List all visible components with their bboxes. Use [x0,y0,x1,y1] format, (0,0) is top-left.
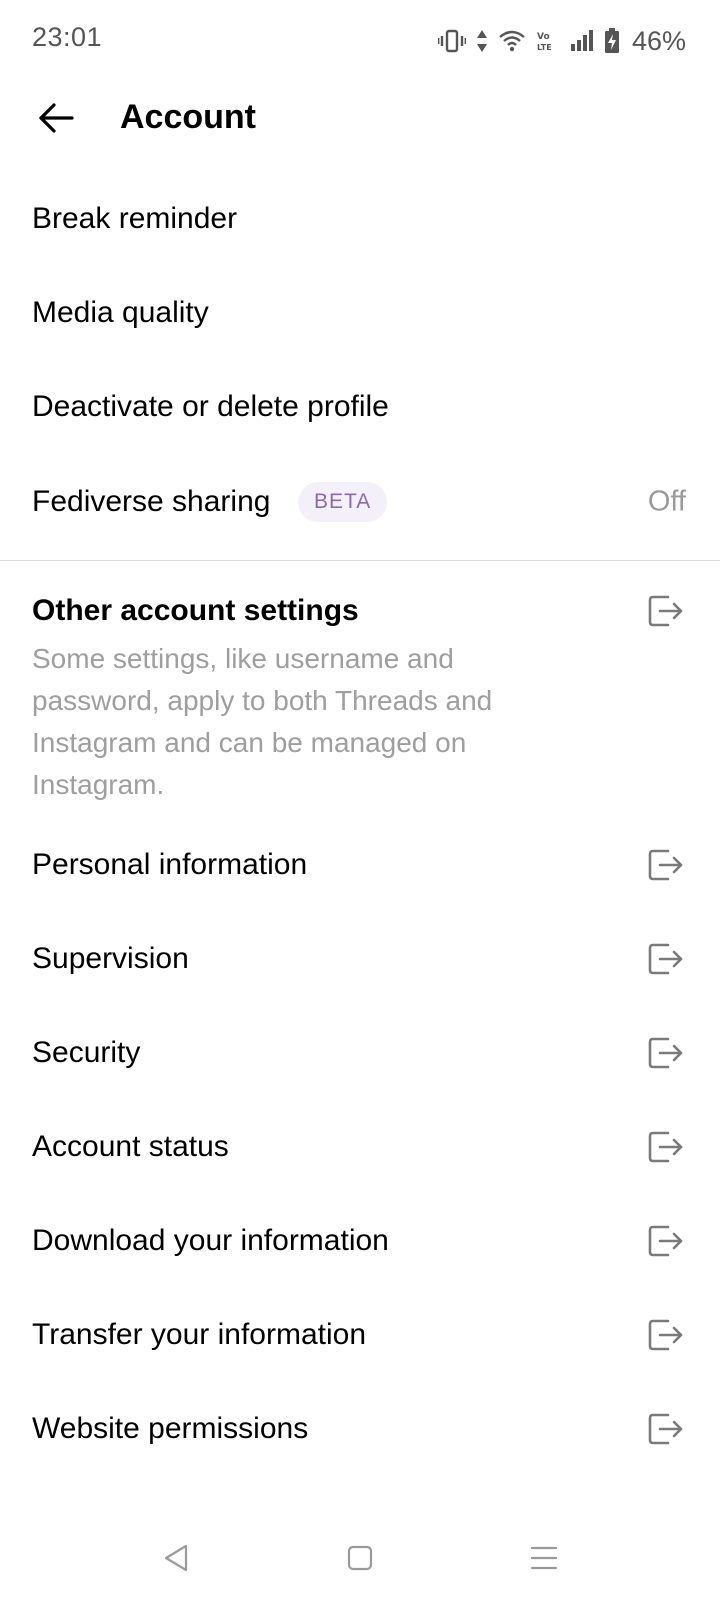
back-button[interactable] [30,94,82,146]
external-link-icon [648,1318,684,1352]
status-time: 23:01 [32,22,103,52]
arrow-left-icon [38,102,74,138]
nav-home-icon [347,1545,373,1576]
fediverse-sharing-row[interactable]: Fediverse sharing BETA Off [0,455,720,549]
supervision-row[interactable]: Supervision [0,912,720,1006]
security-label: Security [32,1036,141,1069]
nav-back-button[interactable] [150,1534,202,1586]
fediverse-sharing-value: Off [647,485,686,518]
beta-badge: BETA [298,482,388,522]
external-link-icon [648,1412,684,1446]
external-link-icon [648,1224,684,1258]
signal-icon [570,29,594,53]
section-divider [0,560,720,561]
media-quality-label: Media quality [32,296,209,329]
battery-icon [604,28,620,54]
page-title: Account [120,98,256,136]
nav-menu-button[interactable] [518,1534,570,1586]
external-link-icon [648,942,684,976]
external-link-icon [648,1036,684,1070]
battery-percent: 46% [631,25,686,56]
deactivate-delete-row[interactable]: Deactivate or delete profile [0,360,720,454]
transfer-information-label: Transfer your information [32,1318,367,1351]
transfer-information-row[interactable]: Transfer your information [0,1288,720,1382]
personal-information-row[interactable]: Personal information [0,818,720,912]
security-row[interactable]: Security [0,1006,720,1100]
nav-back-icon [162,1543,190,1578]
system-nav-bar [0,1520,720,1600]
website-permissions-label: Website permissions [32,1412,309,1445]
external-link-icon [648,1130,684,1164]
status-icons: Vo LTE 46% [437,24,686,58]
vibrate-icon [437,29,466,53]
volte-icon: Vo LTE [536,29,560,53]
external-link-icon [648,594,684,628]
external-link-icon [648,848,684,882]
media-quality-row[interactable]: Media quality [0,266,720,360]
svg-text:LTE: LTE [537,43,552,52]
download-information-row[interactable]: Download your information [0,1194,720,1288]
other-account-settings-description: Some settings, like username and passwor… [32,643,493,800]
data-arrows-icon [476,29,488,53]
fediverse-sharing-label: Fediverse sharing [32,485,271,518]
nav-menu-icon [530,1545,558,1576]
status-bar: 23:01 Vo LTE 46% [0,0,720,80]
break-reminder-label: Break reminder [32,202,238,235]
wifi-icon [498,29,526,53]
account-status-label: Account status [32,1130,229,1163]
other-account-settings-title: Other account settings [32,594,359,627]
svg-text:Vo: Vo [537,32,550,42]
deactivate-delete-label: Deactivate or delete profile [32,390,389,423]
nav-home-button[interactable] [334,1534,386,1586]
break-reminder-row[interactable]: Break reminder [0,172,720,266]
website-permissions-row[interactable]: Website permissions [0,1382,720,1476]
app-header: Account [0,80,720,160]
account-status-row[interactable]: Account status [0,1100,720,1194]
personal-information-label: Personal information [32,848,308,881]
other-account-settings[interactable]: Other account settings Some settings, li… [0,580,720,800]
supervision-label: Supervision [32,942,189,975]
download-information-label: Download your information [32,1224,389,1257]
